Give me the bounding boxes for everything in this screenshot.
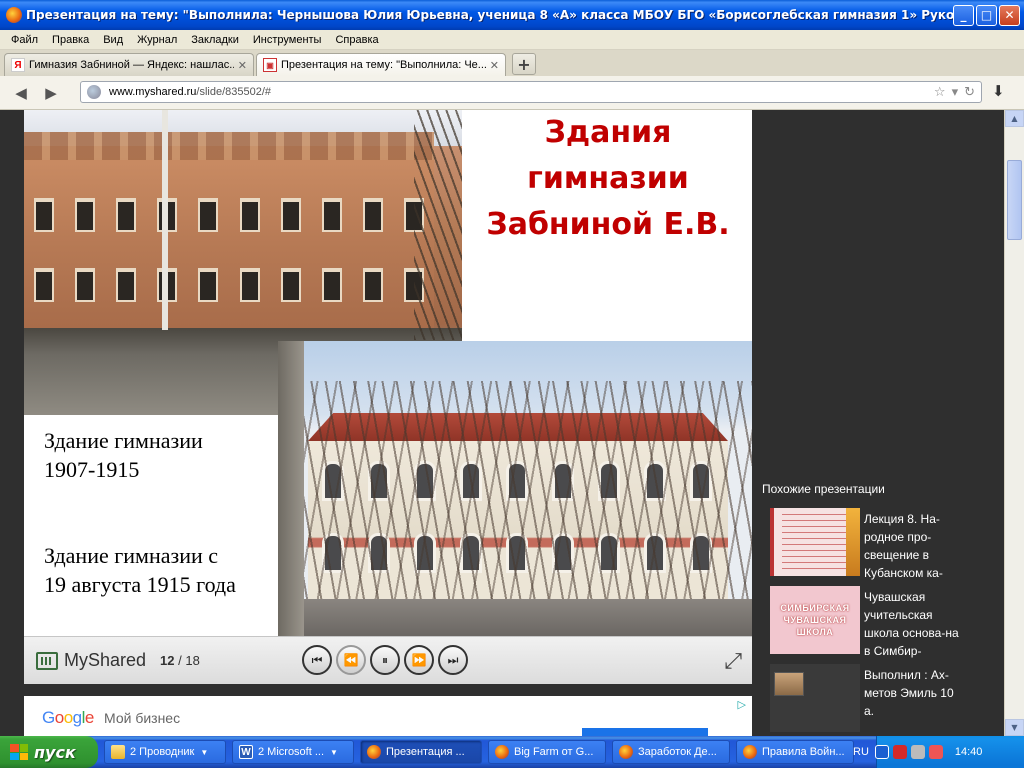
globe-icon (87, 85, 101, 99)
menu-help[interactable]: Справка (328, 34, 385, 46)
window-title: Презентация на тему: "Выполнила: Чернышо… (26, 8, 953, 22)
menu-bookmarks[interactable]: Закладки (184, 34, 246, 46)
back-button[interactable]: ◀ (8, 82, 34, 104)
first-slide-button[interactable]: ⏮ (302, 645, 332, 675)
related-title[interactable]: Чувашская учительская школа основа-на в … (864, 588, 960, 660)
language-indicator[interactable]: RU (853, 746, 869, 758)
slide: Здания гимназии Забниной Е.В. Здание гим… (24, 110, 752, 636)
firefox-icon (619, 745, 633, 759)
window-titlebar[interactable]: Презентация на тему: "Выполнила: Чернышо… (0, 0, 1024, 30)
scroll-thumb[interactable] (1007, 160, 1022, 240)
photo-new-building (278, 341, 752, 636)
caption-new-building: Здание гимназии с 19 августа 1915 года (44, 543, 236, 597)
url-text[interactable]: www.myshared.ru/slide/835502/# (109, 86, 934, 98)
taskbar-item-presentation[interactable]: Презентация ... (360, 740, 482, 764)
url-bar[interactable]: www.myshared.ru/slide/835502/# ☆ ▾ ↻ (80, 81, 982, 103)
related-thumbnail[interactable] (770, 664, 860, 732)
related-item[interactable]: Лекция 8. На-родное про-свещение в Кубан… (770, 508, 1000, 580)
vertical-scrollbar[interactable]: ▲ ▼ (1004, 110, 1024, 736)
navigation-bar: ◀ ▶ www.myshared.ru/slide/835502/# ☆ ▾ ↻ (0, 76, 1024, 110)
forward-button[interactable]: ▶ (38, 82, 64, 104)
chevron-down-icon: ▼ (330, 747, 338, 757)
tab-label: Гимназия Забниной — Яндекс: нашлас... (29, 59, 234, 71)
slide-player-bar: MyShared 12 / 18 ⏮ ⏪ ⏸ ⏩ ⏭ ⤢ (24, 636, 752, 684)
related-item[interactable]: Выполнил : Ах-метов Эмиль 10 а. (770, 664, 1000, 736)
previous-slide-button[interactable]: ⏪ (336, 645, 366, 675)
system-tray: RU 14:40 (853, 736, 1024, 768)
word-icon: W (239, 745, 253, 759)
taskbar-item-word[interactable]: W 2 Microsoft ... ▼ (232, 740, 354, 764)
menu-edit[interactable]: Правка (45, 34, 96, 46)
taskbar-item-explorer[interactable]: 2 Проводник ▼ (104, 740, 226, 764)
firefox-icon (495, 745, 509, 759)
ad-business-text: Мой бизнес (104, 710, 181, 726)
taskbar-item-rules[interactable]: Правила Войн... (736, 740, 854, 764)
myshared-logo[interactable]: MyShared (64, 650, 146, 671)
slide-title: Здания гимназии Забниной Е.В. (486, 115, 730, 242)
reload-icon[interactable]: ↻ (964, 85, 975, 100)
firefox-icon (6, 7, 22, 23)
start-button[interactable]: пуск (0, 736, 98, 768)
safely-remove-icon[interactable] (928, 745, 943, 759)
related-title[interactable]: Лекция 8. На-родное про-свещение в Кубан… (864, 510, 960, 582)
next-slide-button[interactable]: ⏩ (404, 645, 434, 675)
related-item[interactable]: СИМБИРСКАЯ ЧУВАШСКАЯ ШКОЛА Чувашская учи… (770, 586, 1000, 658)
tab-label: Презентация на тему: "Выполнила: Че... (281, 59, 486, 71)
related-title[interactable]: Выполнил : Ах-метов Эмиль 10 а. (864, 666, 960, 720)
menu-bar: Файл Правка Вид Журнал Закладки Инструме… (0, 30, 1024, 50)
taskbar-item-bigfarm[interactable]: Big Farm от G... (488, 740, 606, 764)
windows-logo-icon (10, 744, 28, 760)
chevron-left-icon[interactable] (874, 745, 889, 759)
antivirus-icon[interactable] (892, 745, 907, 759)
menu-view[interactable]: Вид (96, 34, 130, 46)
related-heading: Похожие презентации (762, 482, 885, 496)
network-icon[interactable] (910, 745, 925, 759)
ad-button[interactable] (582, 728, 708, 736)
minimize-button[interactable]: _ (953, 4, 974, 26)
scroll-down-arrow[interactable]: ▼ (1005, 719, 1024, 736)
tab-close-icon[interactable]: ✕ (490, 59, 499, 72)
clock: 14:40 (954, 746, 983, 758)
page-counter: 12 / 18 (160, 653, 200, 668)
scroll-up-arrow[interactable]: ▲ (1005, 110, 1024, 127)
bookmark-star-icon[interactable]: ☆ (934, 85, 946, 100)
google-logo: Google (42, 708, 94, 727)
tab-strip: Я Гимназия Забниной — Яндекс: нашлас... … (0, 50, 1024, 76)
taskbar-item-earnings[interactable]: Заработок Де... (612, 740, 730, 764)
tab-yandex[interactable]: Я Гимназия Забниной — Яндекс: нашлас... … (4, 53, 254, 76)
related-thumbnail[interactable] (770, 508, 860, 576)
page-content: Здания гимназии Забниной Е.В. Здание гим… (0, 110, 1004, 736)
yandex-icon: Я (11, 58, 25, 72)
download-icon[interactable]: ⬇ (992, 82, 1005, 100)
close-button[interactable]: ✕ (999, 4, 1020, 26)
firefox-icon (367, 745, 381, 759)
pause-button[interactable]: ⏸ (370, 645, 400, 675)
new-tab-button[interactable]: + (512, 53, 536, 75)
menu-history[interactable]: Журнал (130, 34, 184, 46)
tab-presentation[interactable]: ▣ Презентация на тему: "Выполнила: Че...… (256, 53, 506, 76)
folder-icon (111, 745, 125, 759)
dropdown-icon[interactable]: ▾ (952, 85, 959, 100)
menu-tools[interactable]: Инструменты (246, 34, 329, 46)
chevron-down-icon: ▼ (200, 747, 209, 757)
adchoices-icon[interactable]: ▷ (738, 698, 746, 711)
caption-old-building: Здание гимназии 1907-1915 (44, 428, 203, 482)
taskbar: пуск 2 Проводник ▼ W 2 Microsoft ... ▼ Пре… (0, 736, 1024, 768)
presentation-icon: ▣ (263, 58, 277, 72)
fullscreen-icon[interactable]: ⤢ (724, 649, 742, 674)
last-slide-button[interactable]: ⏭ (438, 645, 468, 675)
related-thumbnail[interactable]: СИМБИРСКАЯ ЧУВАШСКАЯ ШКОЛА (770, 586, 860, 654)
ad-banner[interactable]: Google Мой бизнес ▷ (24, 696, 752, 736)
myshared-logo-icon (36, 651, 58, 670)
menu-file[interactable]: Файл (4, 34, 45, 46)
tab-close-icon[interactable]: ✕ (238, 59, 247, 72)
firefox-icon (743, 745, 757, 759)
maximize-button[interactable]: □ (976, 4, 997, 26)
